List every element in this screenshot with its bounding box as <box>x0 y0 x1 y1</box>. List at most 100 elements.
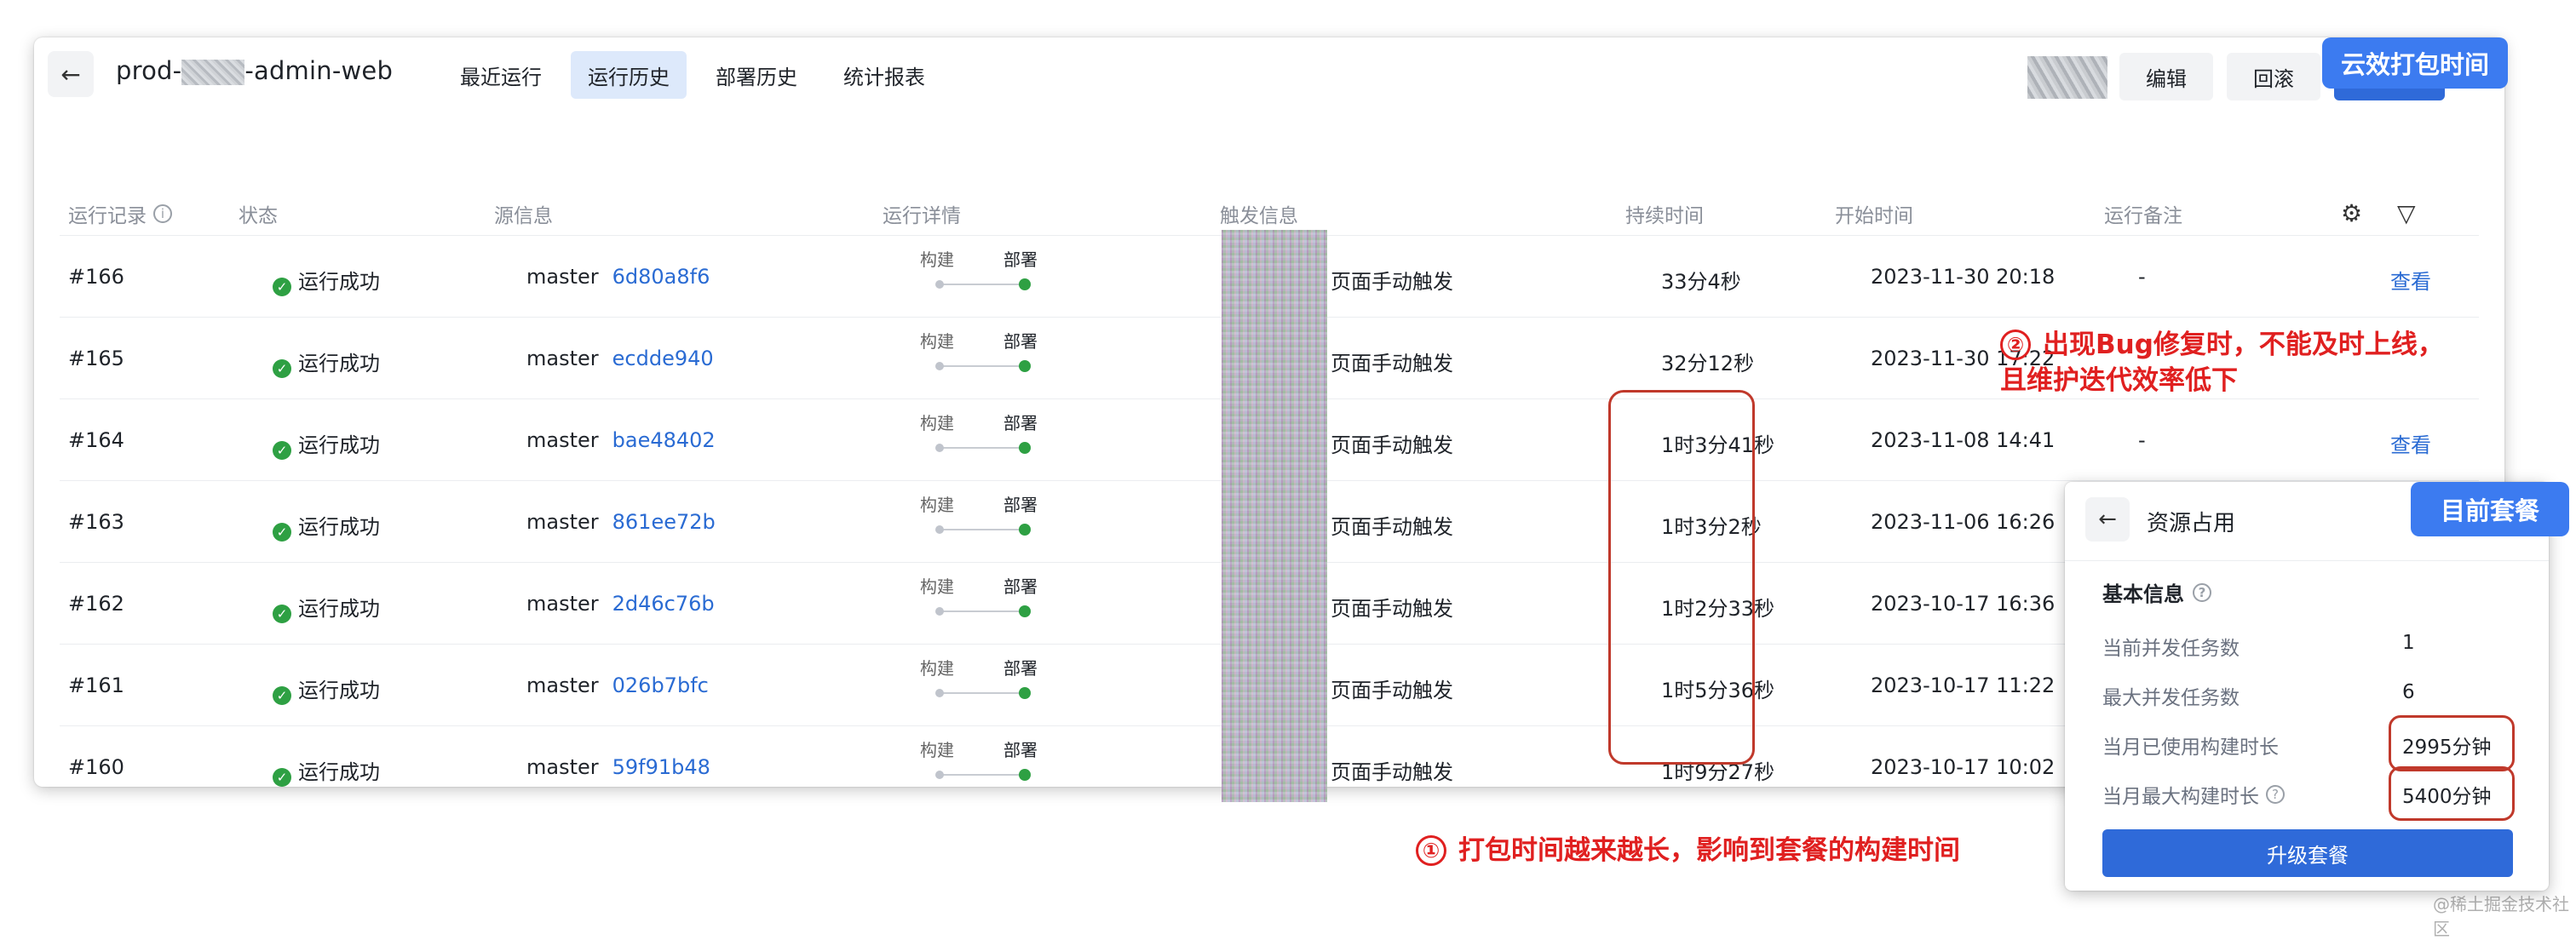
tab-run-history[interactable]: 运行历史 <box>571 51 687 99</box>
pipeline-stages[interactable]: 构建 部署 <box>920 246 1056 306</box>
trigger-text: 页面手动触发 <box>1331 760 1453 784</box>
note-bug-fix: ② 出现Bug修复时，不能及时上线， 且维护迭代效率低下 <box>2000 330 2444 396</box>
max-time-highlight-box <box>2389 766 2515 821</box>
back-button[interactable]: ← <box>48 51 94 97</box>
run-id[interactable]: #163 <box>68 510 124 534</box>
status-text: 运行成功 <box>298 270 380 294</box>
concurrent-tasks-value: 1 <box>2402 632 2415 654</box>
commit-link[interactable]: 6d80a8f6 <box>612 265 710 289</box>
stage-build-dot <box>935 607 944 616</box>
branch-name: master <box>526 347 599 370</box>
stage-connector <box>939 529 1024 530</box>
pipeline-stages[interactable]: 构建 部署 <box>920 573 1056 633</box>
trigger-text: 页面手动触发 <box>1331 679 1453 702</box>
view-link[interactable]: 查看 <box>2390 428 2431 458</box>
col-status: 状态 <box>239 205 278 227</box>
col-source: 源信息 <box>494 205 553 227</box>
filter-icon[interactable]: ▽ <box>2397 199 2416 227</box>
stage-connector <box>939 365 1024 367</box>
stage-deploy-dot <box>1019 360 1031 372</box>
stage-deploy-label: 部署 <box>1003 495 1038 515</box>
stage-deploy-label: 部署 <box>1003 249 1038 270</box>
tab-recent-runs[interactable]: 最近运行 <box>443 51 559 99</box>
gear-icon[interactable]: ⚙ <box>2341 199 2362 227</box>
stage-build-dot <box>935 771 944 779</box>
stage-deploy-label: 部署 <box>1003 576 1038 597</box>
status-cell: ✓ 运行成功 <box>273 265 380 296</box>
commit-link[interactable]: 861ee72b <box>612 510 716 534</box>
status-cell: ✓ 运行成功 <box>273 592 380 623</box>
run-id[interactable]: #166 <box>68 265 124 289</box>
source-cell: master 59f91b48 <box>526 755 710 779</box>
help-icon[interactable]: ? <box>2193 582 2211 602</box>
status-text: 运行成功 <box>298 352 380 375</box>
commit-link[interactable]: 026b7bfc <box>612 673 709 697</box>
status-text: 运行成功 <box>298 433 380 457</box>
view-link[interactable]: 查看 <box>2390 265 2431 295</box>
col-remark: 运行备注 <box>2104 205 2182 227</box>
pipeline-stages[interactable]: 构建 部署 <box>920 410 1056 469</box>
stage-build-dot <box>935 444 944 452</box>
divider <box>2065 560 2549 561</box>
branch-name: master <box>526 510 599 534</box>
help-icon[interactable]: ? <box>2266 785 2285 804</box>
rollback-button[interactable]: 回滚 <box>2227 53 2320 100</box>
upgrade-plan-button[interactable]: 升级套餐 <box>2102 829 2513 877</box>
arrow-left-icon: ← <box>2098 507 2117 532</box>
col-trigger: 触发信息 <box>1220 205 1298 227</box>
commit-link[interactable]: 2d46c76b <box>612 592 715 616</box>
tab-bar: 最近运行 运行历史 部署历史 统计报表 <box>443 51 942 99</box>
tab-deploy-history[interactable]: 部署历史 <box>699 51 814 99</box>
trigger-text: 页面手动触发 <box>1331 433 1453 457</box>
back-button[interactable]: ← <box>2085 497 2130 542</box>
status-cell: ✓ 运行成功 <box>273 347 380 378</box>
status-text: 运行成功 <box>298 760 380 784</box>
remark-text: - <box>2138 265 2146 289</box>
run-id[interactable]: #162 <box>68 592 124 616</box>
status-text: 运行成功 <box>298 679 380 702</box>
check-circle-icon: ✓ <box>273 359 291 378</box>
stage-connector <box>939 774 1024 776</box>
max-build-time-label: 当月最大构建时长? <box>2102 780 2285 809</box>
stage-deploy-label: 部署 <box>1003 740 1038 760</box>
branch-name: master <box>526 755 599 779</box>
app-title-prefix: prod- <box>116 56 182 85</box>
stage-build-label: 构建 <box>920 658 954 679</box>
trigger-text: 页面手动触发 <box>1331 270 1453 294</box>
concurrent-tasks-label: 当前并发任务数 <box>2102 638 2240 660</box>
pipeline-stages[interactable]: 构建 部署 <box>920 328 1056 387</box>
run-id[interactable]: #165 <box>68 347 124 370</box>
run-id[interactable]: #161 <box>68 673 124 697</box>
pipeline-stages[interactable]: 构建 部署 <box>920 491 1056 551</box>
branch-name: master <box>526 428 599 452</box>
run-id[interactable]: #164 <box>68 428 124 452</box>
col-start-time: 开始时间 <box>1835 205 1913 227</box>
stage-build-label: 构建 <box>920 249 954 270</box>
check-circle-icon: ✓ <box>273 441 291 460</box>
stage-deploy-label: 部署 <box>1003 413 1038 433</box>
edit-button[interactable]: 编辑 <box>2119 53 2213 100</box>
table-header: 运行记录 i 状态 源信息 运行详情 触发信息 持续时间 开始时间 运行备注 <box>34 199 2504 233</box>
source-cell: master 026b7bfc <box>526 673 709 697</box>
pipeline-stages[interactable]: 构建 部署 <box>920 737 1056 796</box>
commit-link[interactable]: ecdde940 <box>612 347 714 370</box>
stage-build-label: 构建 <box>920 740 954 760</box>
trigger-text: 页面手动触发 <box>1331 597 1453 621</box>
status-cell: ✓ 运行成功 <box>273 428 380 460</box>
pipeline-stages[interactable]: 构建 部署 <box>920 655 1056 714</box>
start-time-text: 2023-10-17 10:02 <box>1871 755 2056 779</box>
stage-connector <box>939 284 1024 285</box>
used-time-highlight-box <box>2389 715 2515 771</box>
stage-build-label: 构建 <box>920 495 954 515</box>
tab-statistics[interactable]: 统计报表 <box>826 51 942 99</box>
commit-link[interactable]: 59f91b48 <box>612 755 710 779</box>
commit-link[interactable]: bae48402 <box>612 428 716 452</box>
status-cell: ✓ 运行成功 <box>273 755 380 787</box>
run-id[interactable]: #160 <box>68 755 124 779</box>
source-cell: master ecdde940 <box>526 347 714 370</box>
start-time-text: 2023-11-30 20:18 <box>1871 265 2056 289</box>
stage-connector <box>939 692 1024 694</box>
callout-current-plan: 目前套餐 <box>2411 482 2569 536</box>
info-icon[interactable]: i <box>153 204 172 223</box>
used-build-time-label: 当月已使用构建时长 <box>2102 737 2279 759</box>
